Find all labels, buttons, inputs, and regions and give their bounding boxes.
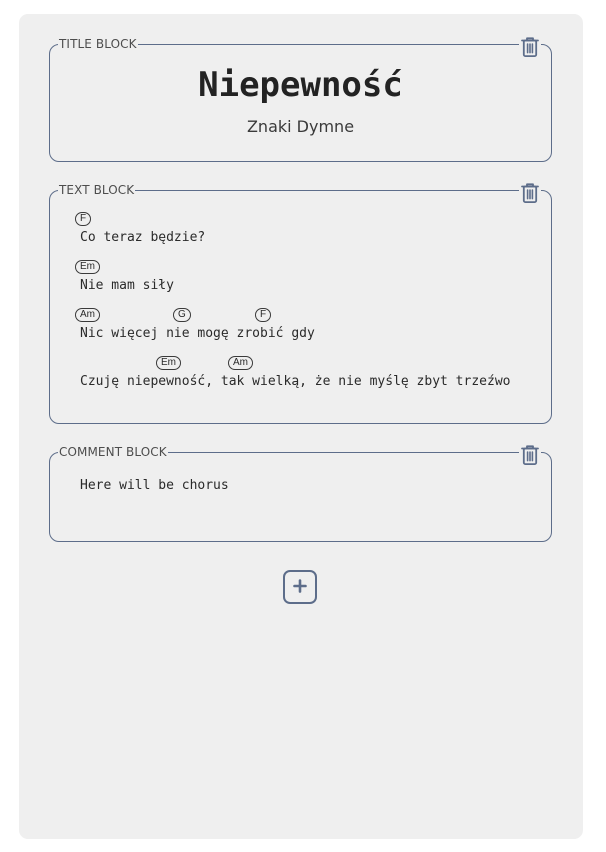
delete-comment-block-button[interactable] (519, 444, 541, 466)
lyric-text[interactable]: Czuję niepewność, tak wielką, że nie myś… (75, 373, 533, 391)
plus-icon (293, 578, 307, 597)
text-block: TEXT BLOCK F Co teraz będzie? Em Nie mam… (49, 182, 552, 424)
comment-block-legend: COMMENT BLOCK (58, 445, 168, 459)
trash-icon (520, 36, 540, 58)
title-block-legend: TITLE BLOCK (58, 37, 138, 51)
comment-block: COMMENT BLOCK Here will be chorus (49, 444, 552, 542)
lyric-text[interactable]: Nic więcej nie mogę zrobić gdy (75, 325, 533, 343)
lyric-line: Em Nie mam siły (75, 259, 533, 307)
chord-badge[interactable]: Am (228, 356, 253, 370)
song-author[interactable]: Znaki Dymne (50, 117, 551, 137)
comment-text[interactable]: Here will be chorus (80, 478, 229, 493)
chord-row: Em (75, 259, 533, 277)
chord-badge[interactable]: F (255, 308, 272, 322)
delete-text-block-button[interactable] (519, 182, 541, 204)
trash-icon (520, 182, 540, 204)
trash-icon (520, 444, 540, 466)
title-block: TITLE BLOCK Niepewność Znaki Dymne (49, 36, 552, 162)
lyric-text[interactable]: Nie mam siły (75, 277, 533, 295)
chord-badge[interactable]: Em (75, 260, 100, 274)
delete-title-block-button[interactable] (519, 36, 541, 58)
song-title[interactable]: Niepewność (50, 65, 551, 105)
chord-badge[interactable]: G (173, 308, 191, 322)
chord-row: Em Am (75, 355, 533, 373)
add-block-button[interactable] (283, 570, 317, 604)
editor-panel: TITLE BLOCK Niepewność Znaki Dymne TEXT … (19, 14, 583, 839)
chord-badge[interactable]: Em (156, 356, 181, 370)
lyric-line: Am G F Nic więcej nie mogę zrobić gdy (75, 307, 533, 355)
lyric-text[interactable]: Co teraz będzie? (75, 229, 533, 247)
text-block-legend: TEXT BLOCK (58, 183, 136, 197)
chord-badge[interactable]: Am (75, 308, 100, 322)
chord-row: F (75, 211, 533, 229)
lyric-line: Em Am Czuję niepewność, tak wielką, że n… (75, 355, 533, 403)
lyric-line: F Co teraz będzie? (75, 211, 533, 259)
chord-row: Am G F (75, 307, 533, 325)
lyrics-content[interactable]: F Co teraz będzie? Em Nie mam siły Am G … (75, 211, 533, 403)
chord-badge[interactable]: F (75, 212, 92, 226)
